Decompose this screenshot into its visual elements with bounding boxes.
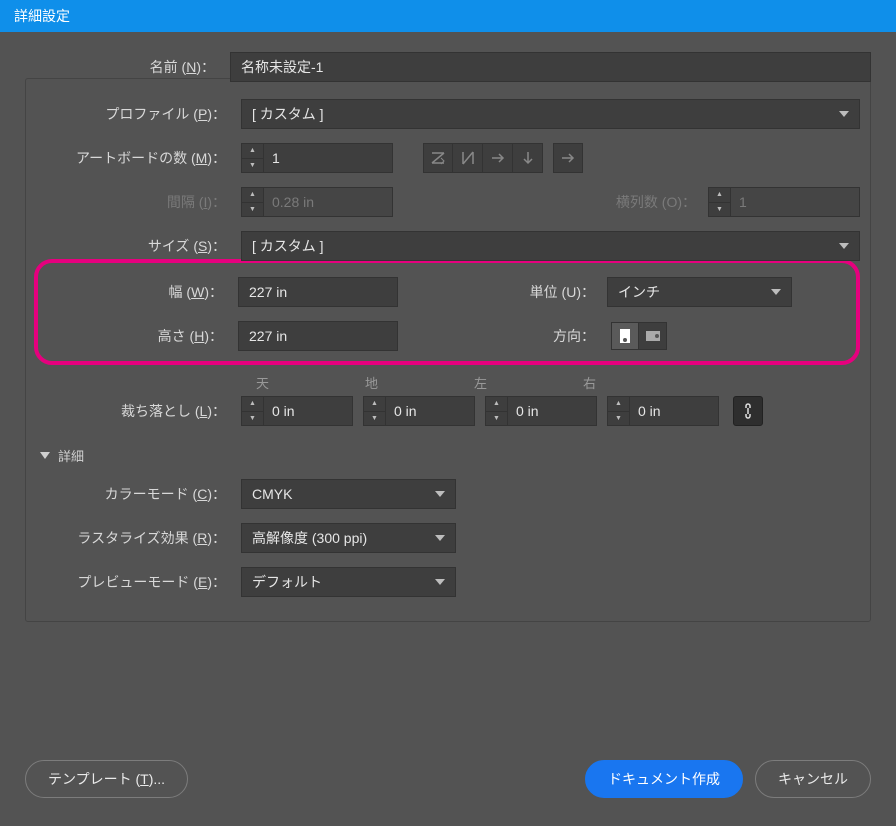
raster-select[interactable]: 高解像度 (300 ppi) <box>241 523 456 553</box>
stepper-up-icon: ▲ <box>242 188 263 203</box>
width-label: 幅 (W)： <box>48 282 238 302</box>
stepper-down-icon: ▼ <box>242 203 263 217</box>
spacing-stepper: ▲▼ <box>241 187 393 217</box>
orientation-label: 方向： <box>447 326 607 346</box>
colormode-label: カラーモード (C)： <box>36 484 241 504</box>
bleed-top-stepper[interactable]: ▲▼ <box>241 396 353 426</box>
height-input[interactable] <box>238 321 398 351</box>
stepper-down-icon[interactable]: ▼ <box>242 159 263 173</box>
bleed-bottom-stepper[interactable]: ▲▼ <box>363 396 475 426</box>
dimensions-highlight: 幅 (W)： 単位 (U)： インチ 高さ (H)： <box>34 259 860 365</box>
preview-label: プレビューモード (E)： <box>36 572 241 592</box>
layout-grid-buttons <box>423 143 543 173</box>
portrait-icon <box>620 329 630 343</box>
template-button[interactable]: テンプレート (T)... <box>25 760 188 798</box>
size-select[interactable]: [ カスタム ] <box>241 231 860 261</box>
grid-n-icon[interactable] <box>453 143 483 173</box>
columns-label: 横列数 (O)： <box>616 192 708 212</box>
orientation-landscape-button[interactable] <box>639 322 667 350</box>
profile-label: プロファイル (P)： <box>36 104 241 124</box>
chevron-down-icon <box>771 289 781 295</box>
artboards-stepper[interactable]: ▲▼ <box>241 143 393 173</box>
chevron-down-icon <box>435 535 445 541</box>
name-input[interactable] <box>230 52 871 82</box>
stepper-down-icon[interactable]: ▼ <box>242 412 263 426</box>
bleed-right-input[interactable] <box>629 396 719 426</box>
stepper-up-icon: ▲ <box>709 188 730 203</box>
bleed-label: 裁ち落とし (L)： <box>36 401 241 421</box>
dialog-body: 名前 (N)： プロファイル (P)： [ カスタム ] アートボードの数 (M… <box>0 32 896 632</box>
bleed-top-input[interactable] <box>263 396 353 426</box>
grid-z-icon[interactable] <box>423 143 453 173</box>
columns-input <box>730 187 860 217</box>
stepper-up-icon[interactable]: ▲ <box>486 397 507 412</box>
stepper-down-icon[interactable]: ▼ <box>364 412 385 426</box>
dialog-title: 詳細設定 <box>0 0 896 32</box>
landscape-icon <box>646 331 660 341</box>
chevron-down-icon <box>839 243 849 249</box>
name-label: 名前 (N)： <box>25 57 230 77</box>
bleed-left-stepper[interactable]: ▲▼ <box>485 396 597 426</box>
arrow-down-icon[interactable] <box>513 143 543 173</box>
spacing-label: 間隔 (I)： <box>36 192 241 212</box>
width-input[interactable] <box>238 277 398 307</box>
create-document-button[interactable]: ドキュメント作成 <box>585 760 743 798</box>
triangle-down-icon <box>40 452 50 459</box>
stepper-down-icon[interactable]: ▼ <box>486 412 507 426</box>
stepper-up-icon[interactable]: ▲ <box>242 144 263 159</box>
colormode-select[interactable]: CMYK <box>241 479 456 509</box>
size-label: サイズ (S)： <box>36 236 241 256</box>
arrow-right-solo-icon[interactable] <box>553 143 583 173</box>
height-label: 高さ (H)： <box>48 326 238 346</box>
cancel-button[interactable]: キャンセル <box>755 760 871 798</box>
document-settings-group: プロファイル (P)： [ カスタム ] アートボードの数 (M)： ▲▼ <box>25 78 871 622</box>
stepper-up-icon[interactable]: ▲ <box>242 397 263 412</box>
stepper-down-icon: ▼ <box>709 203 730 217</box>
chevron-down-icon <box>435 579 445 585</box>
units-select[interactable]: インチ <box>607 277 792 307</box>
spacing-input <box>263 187 393 217</box>
advanced-disclosure[interactable]: 詳細 <box>40 446 860 465</box>
stepper-up-icon[interactable]: ▲ <box>364 397 385 412</box>
arrow-right-icon[interactable] <box>483 143 513 173</box>
raster-label: ラスタライズ効果 (R)： <box>36 528 241 548</box>
columns-stepper: ▲▼ <box>708 187 860 217</box>
bleed-link-button[interactable] <box>733 396 763 426</box>
chevron-down-icon <box>435 491 445 497</box>
link-icon <box>741 403 755 419</box>
bleed-headers: 天 地 左 右 <box>256 373 860 392</box>
units-label: 単位 (U)： <box>447 282 607 302</box>
bleed-right-stepper[interactable]: ▲▼ <box>607 396 719 426</box>
bleed-left-input[interactable] <box>507 396 597 426</box>
profile-select[interactable]: [ カスタム ] <box>241 99 860 129</box>
artboards-label: アートボードの数 (M)： <box>36 148 241 168</box>
stepper-up-icon[interactable]: ▲ <box>608 397 629 412</box>
artboards-input[interactable] <box>263 143 393 173</box>
bleed-bottom-input[interactable] <box>385 396 475 426</box>
chevron-down-icon <box>839 111 849 117</box>
stepper-down-icon[interactable]: ▼ <box>608 412 629 426</box>
dialog-footer: テンプレート (T)... ドキュメント作成 キャンセル <box>25 760 871 798</box>
orientation-portrait-button[interactable] <box>611 322 639 350</box>
preview-select[interactable]: デフォルト <box>241 567 456 597</box>
